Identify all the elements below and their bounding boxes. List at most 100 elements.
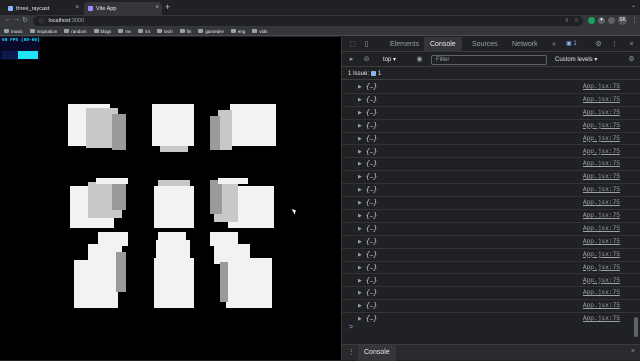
log-source-link[interactable]: App.jsx:75 <box>583 302 620 309</box>
close-tab-icon[interactable]: × <box>155 5 159 11</box>
log-levels-dropdown[interactable]: Custom levels ▾ <box>555 56 597 63</box>
expand-triangle-icon[interactable]: ▶ <box>358 278 362 284</box>
console-log-row[interactable]: ▶ {…} App.jsx:75 <box>342 236 640 249</box>
tab-network[interactable]: Network <box>506 37 544 52</box>
cube-mesh[interactable] <box>98 232 128 246</box>
expand-triangle-icon[interactable]: ▶ <box>358 252 362 258</box>
cube-mesh[interactable] <box>218 110 232 150</box>
console-log-row[interactable]: ▶ {…} App.jsx:75 <box>342 249 640 262</box>
extension-icon[interactable] <box>588 17 595 24</box>
log-object[interactable]: {…} <box>366 160 377 167</box>
close-tab-icon[interactable]: × <box>75 5 79 11</box>
bookmark-folder-1[interactable]: inspiration <box>29 29 57 34</box>
new-tab-button[interactable]: + <box>165 2 170 12</box>
log-object[interactable]: {…} <box>366 225 377 232</box>
expand-triangle-icon[interactable]: ▶ <box>358 200 362 206</box>
log-source-link[interactable]: App.jsx:75 <box>583 96 620 103</box>
cube-mesh[interactable] <box>152 104 194 146</box>
issues-badge[interactable]: ▣ 1 <box>566 40 577 49</box>
fps-stats-panel[interactable]: 60 FPS (50-60) <box>0 37 40 60</box>
bookmark-folder-10[interactable]: vids <box>252 29 267 34</box>
cube-mesh[interactable] <box>96 178 128 184</box>
expand-triangle-icon[interactable]: ▶ <box>358 213 362 219</box>
expand-triangle-icon[interactable]: ▶ <box>358 110 362 116</box>
cube-mesh[interactable] <box>156 240 190 260</box>
console-log-row[interactable]: ▶ {…} App.jsx:75 <box>342 184 640 198</box>
log-object[interactable]: {…} <box>366 122 377 129</box>
settings-gear-icon[interactable]: ⚙ <box>594 40 603 49</box>
more-tabs-button[interactable]: » <box>546 37 562 52</box>
drawer-tab-console[interactable]: Console <box>358 345 396 361</box>
cube-mesh[interactable] <box>158 232 186 242</box>
log-object[interactable]: {…} <box>366 186 377 193</box>
cube-mesh[interactable] <box>210 180 222 214</box>
site-info-icon[interactable]: ⓘ <box>39 17 45 25</box>
cube-mesh[interactable] <box>210 232 238 246</box>
log-source-link[interactable]: App.jsx:75 <box>583 264 620 271</box>
expand-triangle-icon[interactable]: ▶ <box>358 226 362 232</box>
log-source-link[interactable]: App.jsx:75 <box>583 122 620 129</box>
cube-mesh[interactable] <box>160 146 188 152</box>
expand-triangle-icon[interactable]: ▶ <box>358 149 362 155</box>
cube-mesh[interactable] <box>154 186 194 228</box>
log-source-link[interactable]: App.jsx:75 <box>583 186 620 193</box>
console-log-row[interactable]: ▶ {…} App.jsx:75 <box>342 300 640 314</box>
cube-mesh[interactable] <box>214 244 250 264</box>
console-log-row[interactable]: ▶ {…} App.jsx:75 <box>342 146 640 159</box>
context-select[interactable]: top ▾ <box>383 56 396 63</box>
console-log-row[interactable]: ▶ {…} App.jsx:75 <box>342 94 640 107</box>
cube-mesh[interactable] <box>230 104 276 146</box>
log-object[interactable]: {…} <box>366 212 377 219</box>
device-toggle-icon[interactable]: ▯ <box>362 40 371 49</box>
live-expression-eye-icon[interactable]: ◉ <box>415 55 424 64</box>
log-object[interactable]: {…} <box>366 264 377 271</box>
expand-triangle-icon[interactable]: ▶ <box>358 316 362 322</box>
log-source-link[interactable]: App.jsx:75 <box>583 109 620 116</box>
bookmark-folder-0[interactable]: music <box>4 29 23 34</box>
log-source-link[interactable]: App.jsx:75 <box>583 173 620 180</box>
inspect-element-icon[interactable]: ⬚ <box>348 40 357 49</box>
console-log-row[interactable]: ▶ {…} App.jsx:75 <box>342 197 640 210</box>
bookmark-star-icon[interactable]: ☆ <box>574 18 579 24</box>
bookmark-folder-7[interactable]: fin <box>179 29 191 34</box>
log-object[interactable]: {…} <box>366 277 377 284</box>
log-source-link[interactable]: App.jsx:75 <box>583 277 620 284</box>
log-object[interactable]: {…} <box>366 109 377 116</box>
log-source-link[interactable]: App.jsx:75 <box>583 83 620 90</box>
log-object[interactable]: {…} <box>366 238 377 245</box>
console-log-row[interactable]: ▶ {…} App.jsx:75 <box>342 107 640 120</box>
log-source-link[interactable]: App.jsx:75 <box>583 289 620 296</box>
browser-tab-three-raycast[interactable]: three_raycast × <box>4 2 82 15</box>
expand-triangle-icon[interactable]: ▶ <box>358 136 362 142</box>
log-object[interactable]: {…} <box>366 199 377 206</box>
log-source-link[interactable]: App.jsx:75 <box>583 238 620 245</box>
clear-console-icon[interactable]: ⊘ <box>362 55 371 64</box>
log-object[interactable]: {…} <box>366 289 377 296</box>
bookmark-folder-9[interactable]: eng <box>230 29 245 34</box>
sidebar-toggle-icon[interactable]: ▸ <box>347 55 356 64</box>
webgl-canvas[interactable]: 60 FPS (50-60) <box>0 37 341 360</box>
expand-triangle-icon[interactable]: ▶ <box>358 84 362 90</box>
log-object[interactable]: {…} <box>366 135 377 142</box>
log-object[interactable]: {…} <box>366 83 377 90</box>
browser-tab-vite-app[interactable]: Vite App × <box>84 2 162 15</box>
reload-icon[interactable]: ↻ <box>22 16 28 24</box>
cube-mesh[interactable] <box>154 258 194 308</box>
cube-mesh[interactable] <box>116 252 126 292</box>
expand-triangle-icon[interactable]: ▶ <box>358 265 362 271</box>
log-source-link[interactable]: App.jsx:75 <box>583 148 620 155</box>
console-log-row[interactable]: ▶ {…} App.jsx:75 <box>342 210 640 223</box>
bookmark-folder-2[interactable]: random <box>64 29 87 34</box>
console-log-row[interactable]: ▶ {…} App.jsx:75 <box>342 313 640 324</box>
back-icon[interactable]: ← <box>4 16 11 23</box>
split-view-icon[interactable] <box>608 17 615 24</box>
console-log-row[interactable]: ▶ {…} App.jsx:75 <box>342 120 640 133</box>
log-object[interactable]: {…} <box>366 251 377 258</box>
expand-triangle-icon[interactable]: ▶ <box>358 239 362 245</box>
cube-mesh[interactable] <box>74 260 118 308</box>
share-icon[interactable]: ⇪ <box>564 18 569 24</box>
console-scrollbar[interactable] <box>634 317 638 337</box>
log-source-link[interactable]: App.jsx:75 <box>583 315 620 322</box>
console-log-row[interactable]: ▶ {…} App.jsx:75 <box>342 133 640 146</box>
cube-mesh[interactable] <box>210 116 220 150</box>
